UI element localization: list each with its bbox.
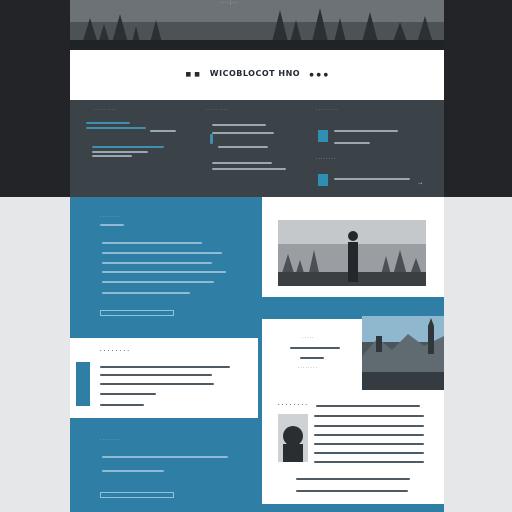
white-card-line xyxy=(100,393,156,395)
feature-col2-line xyxy=(218,146,268,148)
article-line xyxy=(314,461,424,463)
blue-text-line xyxy=(102,281,214,283)
feature-col2-line xyxy=(212,124,266,126)
feature-col2-line xyxy=(212,162,272,164)
feature-col3-arrow-icon[interactable]: → xyxy=(418,182,422,186)
blue-section-button[interactable]: · · · · · xyxy=(100,310,174,316)
feature-col3-line xyxy=(334,130,398,132)
feature-col3-square-icon xyxy=(318,174,328,186)
feature-col1-link[interactable] xyxy=(86,122,130,124)
blue-text-line xyxy=(102,262,212,264)
castle-landscape-graphic xyxy=(362,316,444,390)
feature-col2-title: · · · · · · · · · xyxy=(206,108,228,112)
blue-text-line xyxy=(102,252,222,254)
footer-blue-title: · · · · · · · · xyxy=(100,438,120,442)
feature-col3-note: · · · · · · · · xyxy=(316,157,336,161)
blue-section-title: · · · · · · · · xyxy=(100,215,120,219)
white-card-line xyxy=(100,374,212,376)
footer-blue-line xyxy=(102,456,228,458)
feature-col1-line xyxy=(150,130,176,132)
hero-image: · · · ; · · xyxy=(70,0,444,50)
article-line xyxy=(316,405,420,407)
article-line xyxy=(296,490,408,492)
article-line xyxy=(314,415,424,417)
footer-blue-button-label: · · · · · xyxy=(105,493,114,497)
article-title: · · · · · · · · xyxy=(278,403,308,407)
title-prefix-marks: ■ ■ xyxy=(185,71,201,78)
blue-text-line xyxy=(100,224,124,226)
blue-text-line xyxy=(102,242,202,244)
feature-col3-line xyxy=(334,142,370,144)
article-line xyxy=(314,443,424,445)
portrait-graphic xyxy=(278,414,308,462)
blue-section-button-label: · · · · · xyxy=(105,311,114,315)
white-card-line xyxy=(100,404,144,406)
article-line xyxy=(296,478,410,480)
bottom-blue-edge xyxy=(262,504,444,512)
article-thumbnail xyxy=(278,414,308,462)
right-middle-text-1: · · · · · xyxy=(302,336,314,340)
footer-blue-button[interactable]: · · · · · xyxy=(100,492,174,498)
feature-col1-line xyxy=(92,155,132,157)
feature-col1-line xyxy=(86,127,146,129)
feature-col2-line xyxy=(212,168,286,170)
article-line xyxy=(314,452,424,454)
feature-col3-title: · · · · · · · · · xyxy=(316,108,338,112)
white-card-title: · · · · · · · · xyxy=(100,349,130,353)
title-text: WICOBLOCOT HNO xyxy=(209,69,301,78)
feature-col2-icon xyxy=(210,134,213,144)
hero-forest-graphic xyxy=(70,0,444,50)
title-suffix-marks: ● ● ● xyxy=(309,72,329,78)
hero-banner-text: · · · ; · · xyxy=(220,0,238,6)
white-card-line xyxy=(100,383,214,385)
white-card-accent-bar xyxy=(76,362,90,406)
features-panel xyxy=(70,100,444,197)
right-middle-line xyxy=(290,347,340,349)
feature-col1-line xyxy=(92,151,148,153)
feature-col3-square-icon xyxy=(318,130,328,142)
right-middle-text-2: · · · · · · · · xyxy=(298,366,318,370)
page-title: ■ ■ WICOBLOCOT HNO ● ● ● xyxy=(70,69,444,80)
white-card xyxy=(70,338,258,418)
feature-col1-title: · · · · · · · · · xyxy=(94,108,116,112)
article-line xyxy=(314,434,424,436)
feature-col1-line xyxy=(92,146,164,148)
right-top-image xyxy=(278,220,426,286)
white-card-line xyxy=(100,366,230,368)
blue-text-line xyxy=(102,292,190,294)
feature-col2-line xyxy=(212,132,274,134)
article-line xyxy=(314,425,424,427)
feature-col3-line xyxy=(334,178,410,180)
figure-in-fog-graphic xyxy=(278,220,426,286)
footer-blue-line xyxy=(102,470,164,472)
blue-text-line xyxy=(102,271,226,273)
right-middle-line xyxy=(300,357,324,359)
right-middle-image xyxy=(362,316,444,390)
